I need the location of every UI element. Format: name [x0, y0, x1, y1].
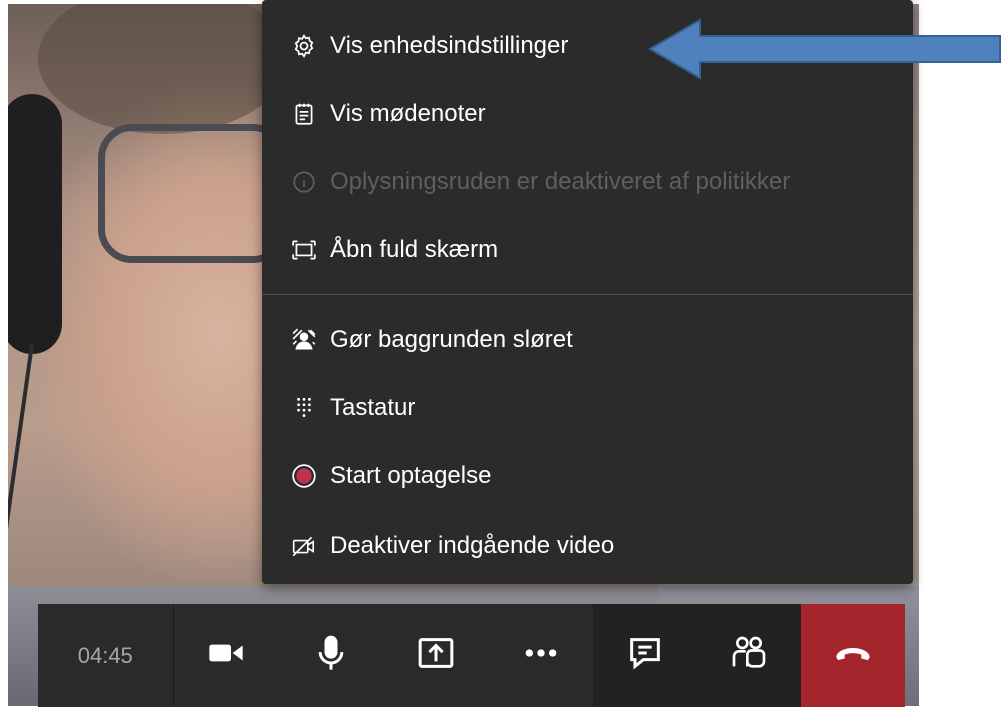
participants-icon — [729, 633, 769, 678]
annotation-arrow-icon — [648, 18, 1001, 80]
menu-item-meeting-notes[interactable]: Vis mødenoter — [262, 84, 913, 144]
video-person-hair — [38, 4, 288, 134]
menu-item-label: Oplysningsruden er deaktiveret af politi… — [330, 168, 791, 195]
dialpad-icon — [290, 394, 318, 422]
menu-item-fullscreen[interactable]: Åbn fuld skærm — [262, 220, 913, 280]
menu-item-label: Start optagelse — [330, 462, 492, 489]
more-actions-menu: Vis enhedsindstillinger Vis mødenoter Op… — [262, 0, 913, 584]
hang-up-button[interactable] — [800, 604, 905, 707]
more-options-icon — [521, 633, 561, 678]
camera-button[interactable] — [174, 604, 279, 707]
microphone-button[interactable] — [278, 604, 383, 707]
participants-button[interactable] — [697, 604, 801, 707]
gear-icon — [290, 32, 318, 60]
chat-icon — [625, 633, 665, 678]
video-person-headphones — [8, 94, 62, 354]
call-bar-right-group — [592, 604, 905, 707]
menu-item-label: Vis mødenoter — [330, 100, 486, 127]
menu-item-label: Vis enhedsindstillinger — [330, 32, 569, 59]
camera-icon — [206, 633, 246, 678]
menu-item-start-recording[interactable]: Start optagelse — [262, 446, 913, 506]
more-options-button[interactable] — [488, 604, 593, 707]
video-off-icon — [290, 532, 318, 560]
share-screen-icon — [416, 633, 456, 678]
video-person-glasses — [98, 124, 287, 263]
menu-item-label: Gør baggrunden sløret — [330, 326, 573, 353]
record-icon — [290, 462, 318, 490]
menu-item-blur-background[interactable]: Gør baggrunden sløret — [262, 310, 913, 370]
menu-item-disable-incoming-video[interactable]: Deaktiver indgående video — [262, 516, 913, 576]
hang-up-icon — [833, 633, 873, 678]
menu-item-dialpad[interactable]: Tastatur — [262, 378, 913, 438]
notes-icon — [290, 100, 318, 128]
menu-item-label: Deaktiver indgående video — [330, 532, 615, 559]
video-person-headphone-cable — [8, 343, 34, 602]
menu-divider — [262, 294, 913, 295]
info-icon — [290, 168, 318, 196]
microphone-icon — [311, 633, 351, 678]
blur-background-icon — [290, 326, 318, 354]
fullscreen-icon — [290, 236, 318, 264]
menu-item-label: Åbn fuld skærm — [330, 236, 499, 263]
menu-item-label: Tastatur — [330, 394, 416, 421]
call-duration: 04:45 — [38, 604, 174, 707]
chat-button[interactable] — [593, 604, 697, 707]
menu-item-info-pane-disabled: Oplysningsruden er deaktiveret af politi… — [262, 152, 913, 212]
share-screen-button[interactable] — [383, 604, 488, 707]
call-control-bar: 04:45 — [38, 604, 905, 707]
